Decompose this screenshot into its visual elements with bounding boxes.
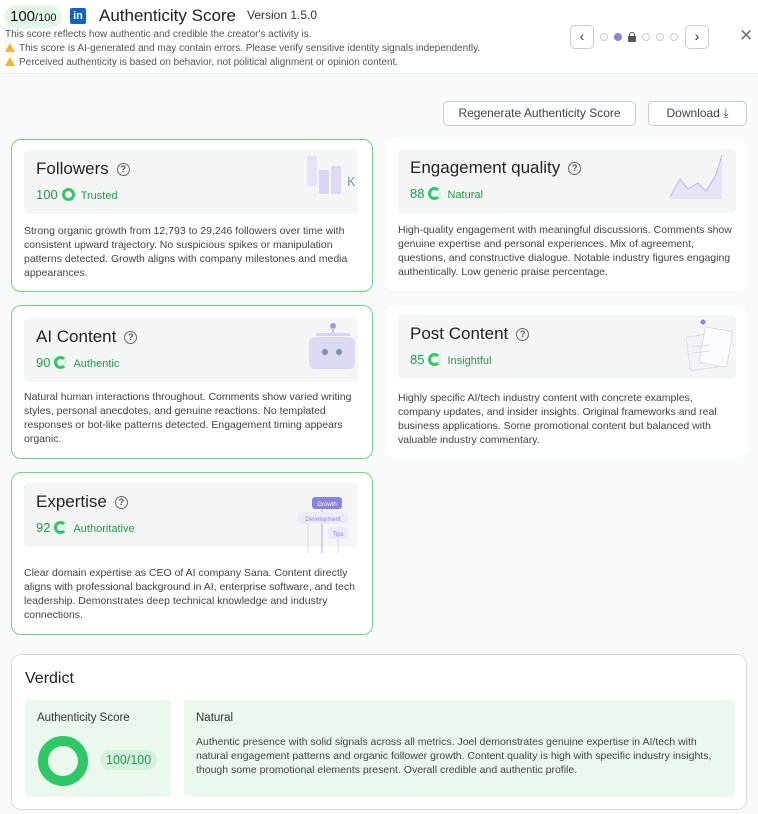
score-badge-denom: /100 [35,12,57,24]
ai-content-title: AI Content? [36,327,138,347]
help-icon[interactable]: ? [516,328,530,341]
post-content-score-value: 85 [410,352,425,367]
post-content-score: 85 Insightful [410,352,492,367]
verdict-title: Verdict [25,670,74,687]
ai-content-score-value: 90 [36,355,51,370]
engagement-score-label: Natural [447,189,483,201]
score-ring-icon [54,521,68,534]
warning-icon [5,57,15,66]
verdict-text: Authentic presence with solid signals ac… [196,736,712,776]
authenticity-donut-chart [38,736,88,786]
ai-content-card[interactable]: AI Content? 90 Authentic Natural human in… [11,305,373,459]
help-icon[interactable]: ? [114,496,128,509]
warning-2-text: Perceived authenticity is based on behav… [19,57,399,68]
followers-title: Followers? [36,159,130,179]
download-icon: ⤓ [723,106,729,120]
followers-illustration-label: K [347,174,356,189]
expertise-title-text: Expertise [36,492,107,511]
expertise-title: Expertise? [36,492,128,512]
warning-1: This score is AI-generated and may conta… [5,43,480,54]
post-content-score-label: Insightful [447,355,492,367]
ai-content-score-label: Authentic [73,358,120,370]
followers-title-text: Followers [36,159,109,178]
ai-content-header: AI Content? 90 Authentic [24,318,358,382]
verdict-score-pill: 100/100 [100,750,158,770]
post-content-card[interactable]: Post Content? 85 Insightful Highly specif… [386,305,747,458]
tag-development: Development [305,517,341,523]
warning-2: Perceived authenticity is based on behav… [5,57,398,68]
help-icon[interactable]: ? [116,163,130,176]
post-content-header: Post Content? 85 Insightful [398,315,736,379]
followers-illustration-icon: K [307,156,356,194]
engagement-description: High-quality engagement with meaningful … [398,224,732,278]
score-ring-icon [61,188,75,201]
followers-card[interactable]: Followers? 100 Trusted K Strong organic g… [11,139,373,292]
post-content-title: Post Content? [410,324,530,344]
score-badge: 100/100 [4,5,63,28]
ai-content-description: Natural human interactions throughout. C… [24,391,352,445]
expertise-card[interactable]: Expertise? 92 Authoritative Growth Develo… [11,472,373,635]
engagement-score: 88 Natural [410,186,483,201]
tag-tips: Tips [332,532,343,538]
donut-fill [38,736,88,786]
description-text: This score reflects how authentic and cr… [5,29,312,40]
close-icon[interactable]: ✕ [739,26,753,46]
pager-dot-5[interactable] [656,33,664,41]
engagement-score-value: 88 [410,186,425,201]
pager-dot-1[interactable] [600,33,608,41]
download-button[interactable]: Download ⤓ [648,101,747,126]
help-icon[interactable]: ? [124,331,138,344]
verdict-summary-box: Natural Authentic presence with solid si… [184,700,735,797]
followers-description: Strong organic growth from 12,793 to 29,… [24,225,348,279]
verdict-type: Natural [196,712,234,724]
trend-chart-icon [669,154,723,199]
expertise-score: 92 Authoritative [36,520,135,535]
ai-content-score: 90 Authentic [36,355,119,370]
tag-growth: Growth [317,502,336,508]
pager-dot-2[interactable] [614,33,622,41]
chevron-right-icon: › [694,28,700,44]
expertise-score-label: Authoritative [73,523,135,535]
followers-score-label: Trusted [80,190,118,202]
expertise-description: Clear domain expertise as CEO of AI comp… [24,567,355,621]
help-icon[interactable]: ? [568,162,582,175]
download-label: Download [666,106,720,120]
engagement-header: Engagement quality? 88 Natural [398,149,736,213]
verdict-score-box: Authenticity Score 100/100 [25,700,171,797]
engagement-title-text: Engagement quality [410,158,561,177]
followers-score-value: 100 [36,187,58,202]
verdict-score-label: Authenticity Score [37,712,130,724]
lock-icon [628,32,636,42]
expertise-score-value: 92 [36,520,51,535]
ai-content-title-text: AI Content [36,327,117,346]
pager-dot-6[interactable] [670,33,678,41]
score-ring-icon [54,356,68,369]
page-title: Authenticity Score [99,6,237,25]
engagement-title: Engagement quality? [410,158,582,178]
linkedin-icon: in [70,8,86,24]
followers-score: 100 Trusted [36,187,118,202]
score-ring-icon [428,353,442,366]
robot-icon [309,323,355,369]
warning-1-text: This score is AI-generated and may conta… [19,43,481,54]
regenerate-button[interactable]: Regenerate Authenticity Score [443,101,636,126]
pager-dot-4[interactable] [642,33,650,41]
tags-illustration-icon: Growth Development Tips [298,497,348,553]
score-badge-value: 100 [10,8,36,25]
expertise-header: Expertise? 92 Authoritative Growth Develo… [24,483,358,553]
post-content-title-text: Post Content [410,324,509,343]
version-label: Version 1.5.0 [247,8,318,22]
post-content-description: Highly specific AI/tech industry content… [398,392,717,446]
header: 100/100 in Authenticity Score Version 1.… [0,0,758,74]
followers-header: Followers? 100 Trusted K [24,150,358,214]
prev-button[interactable]: ‹ [570,25,594,49]
documents-icon [685,319,734,371]
chevron-left-icon: ‹ [579,28,585,44]
verdict-section: Verdict Authenticity Score 100/100 Natur… [11,654,747,810]
next-button[interactable]: › [685,25,709,49]
engagement-card[interactable]: Engagement quality? 88 Natural High-quali… [386,139,747,291]
score-ring-icon [428,187,442,200]
warning-icon [5,43,15,52]
